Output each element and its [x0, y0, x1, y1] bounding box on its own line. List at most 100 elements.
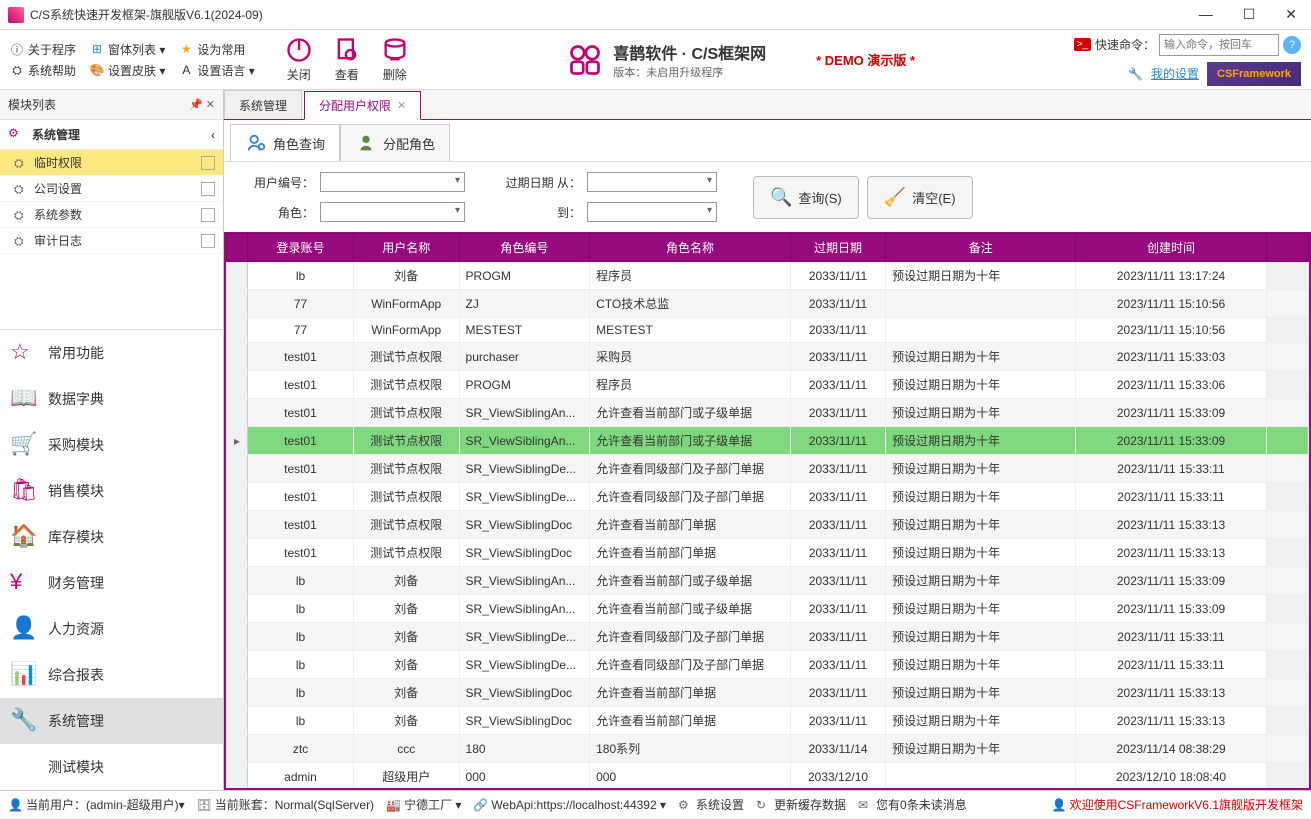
user-no-combo[interactable]: [320, 172, 465, 192]
table-row[interactable]: lb刘备PROGM程序员2033/11/11预设过期日期为十年2023/11/1…: [227, 262, 1309, 290]
sidebar-item-0[interactable]: ⛭临时权限: [0, 150, 223, 176]
power-icon: [285, 36, 313, 64]
app-logo-icon: [8, 7, 24, 23]
nav-财务管理[interactable]: ¥财务管理: [0, 560, 223, 606]
checkbox[interactable]: [201, 156, 215, 170]
info-icon: ⓘ: [10, 42, 24, 56]
language-link[interactable]: A设置语言 ▾: [179, 62, 254, 79]
table-row[interactable]: 77WinFormAppZJCTO技术总监2033/11/112023/11/1…: [227, 290, 1309, 318]
link-icon: 🔗: [473, 798, 487, 812]
gear-icon: ⚙: [8, 126, 26, 144]
view-action-button[interactable]: 查看: [333, 36, 361, 83]
unread-messages[interactable]: ✉您有0条未读消息: [858, 796, 967, 813]
statusbar: 👤当前用户：(admin-超级用户)▾ 🗄当前账套：Normal(SqlServ…: [0, 790, 1311, 818]
refresh-icon: ↻: [756, 798, 770, 812]
skin-icon: 🎨: [90, 63, 104, 77]
sidebar-item-3[interactable]: ⛭审计日志: [0, 228, 223, 254]
table-row[interactable]: lb刘备SR_ViewSiblingDe...允许查看同级部门及子部门单据203…: [227, 623, 1309, 651]
subtab-assign-role[interactable]: 分配角色: [340, 124, 450, 161]
terminal-icon: >_: [1074, 38, 1091, 51]
close-button[interactable]: ✕: [1279, 4, 1303, 25]
delete-db-icon: [381, 36, 409, 64]
table-row[interactable]: test01测试节点权限SR_ViewSiblingDe...允许查看同级部门及…: [227, 483, 1309, 511]
my-settings-link[interactable]: 我的设置: [1151, 65, 1199, 82]
nav-测试模块[interactable]: 测试模块: [0, 744, 223, 790]
nav-库存模块[interactable]: 🏠库存模块: [0, 514, 223, 560]
nav-综合报表[interactable]: 📊综合报表: [0, 652, 223, 698]
windows-icon: ⊞: [90, 42, 104, 56]
date-from-input[interactable]: [587, 172, 717, 192]
skin-link[interactable]: 🎨设置皮肤 ▾: [90, 62, 165, 79]
checkbox[interactable]: [201, 234, 215, 248]
nav-icon: 🏠: [10, 523, 38, 551]
checkbox[interactable]: [201, 208, 215, 222]
sidebar-section-sysadmin[interactable]: ⚙ 系统管理 ‹: [0, 120, 223, 150]
data-grid[interactable]: 登录账号用户名称角色编号角色名称过期日期备注创建时间lb刘备PROGM程序员20…: [224, 233, 1311, 790]
about-link[interactable]: ⓘ关于程序: [10, 41, 76, 58]
help-link[interactable]: ⛭系统帮助: [10, 62, 76, 79]
sidebar-item-2[interactable]: ⛭系统参数: [0, 202, 223, 228]
table-row[interactable]: lb刘备SR_ViewSiblingDe...允许查看同级部门及子部门单据203…: [227, 651, 1309, 679]
pin-icon[interactable]: 📌 ✕: [189, 98, 215, 111]
table-row[interactable]: test01测试节点权限SR_ViewSiblingDoc允许查看当前部门单据2…: [227, 539, 1309, 567]
csframework-badge[interactable]: CSFramework: [1207, 62, 1301, 86]
webapi-status[interactable]: 🔗WebApi:https://localhost:44392 ▾: [473, 798, 666, 812]
quick-command-input[interactable]: [1159, 34, 1279, 56]
user-search-icon: [245, 132, 267, 154]
help-icon: ⛭: [10, 63, 24, 77]
table-row[interactable]: admin超级用户0000002033/12/102023/12/10 18:0…: [227, 763, 1309, 791]
close-action-button[interactable]: 关闭: [285, 36, 313, 83]
current-user[interactable]: 👤当前用户：(admin-超级用户)▾: [8, 796, 185, 813]
checkbox[interactable]: [201, 182, 215, 196]
table-row[interactable]: ztcccc180180系列2033/11/14预设过期日期为十年2023/11…: [227, 735, 1309, 763]
nav-常用功能[interactable]: ☆常用功能: [0, 330, 223, 376]
date-to-input[interactable]: [587, 202, 717, 222]
nav-数据字典[interactable]: 📖数据字典: [0, 376, 223, 422]
table-row[interactable]: lb刘备SR_ViewSiblingDoc允许查看当前部门单据2033/11/1…: [227, 707, 1309, 735]
table-row[interactable]: lb刘备SR_ViewSiblingDoc允许查看当前部门单据2033/11/1…: [227, 679, 1309, 707]
clear-button[interactable]: 🧹 清空(E): [867, 176, 973, 219]
refresh-cache-link[interactable]: ↻更新缓存数据: [756, 796, 846, 813]
windows-list-link[interactable]: ⊞窗体列表 ▾: [90, 41, 165, 58]
nav-系统管理[interactable]: 🔧系统管理: [0, 698, 223, 744]
brand-icon: [567, 42, 603, 78]
subtab-role-query[interactable]: 角色查询: [230, 124, 340, 161]
tab-assign-permission[interactable]: 分配用户权限✕: [304, 91, 421, 120]
query-button[interactable]: 🔍 查询(S): [753, 176, 859, 219]
table-row[interactable]: test01测试节点权限purchaser采购员2033/11/11预设过期日期…: [227, 343, 1309, 371]
table-row[interactable]: 77WinFormAppMESTESTMESTEST2033/11/112023…: [227, 318, 1309, 343]
table-row[interactable]: lb刘备SR_ViewSiblingAn...允许查看当前部门或子级单据2033…: [227, 567, 1309, 595]
search-doc-icon: [333, 36, 361, 64]
quick-label: 快速命令：: [1095, 36, 1155, 53]
table-row[interactable]: test01测试节点权限SR_ViewSiblingAn...允许查看当前部门或…: [227, 399, 1309, 427]
table-row[interactable]: lb刘备SR_ViewSiblingAn...允许查看当前部门或子级单据2033…: [227, 595, 1309, 623]
role-combo[interactable]: [320, 202, 465, 222]
table-row[interactable]: test01测试节点权限SR_ViewSiblingDe...允许查看同级部门及…: [227, 455, 1309, 483]
db-icon: 🗄: [197, 798, 211, 812]
close-tab-icon[interactable]: ✕: [397, 99, 406, 112]
table-row[interactable]: test01测试节点权限SR_ViewSiblingDoc允许查看当前部门单据2…: [227, 511, 1309, 539]
set-common-link[interactable]: ★设为常用: [179, 41, 245, 58]
nav-icon: ¥: [10, 569, 38, 597]
tab-system-admin[interactable]: 系统管理: [224, 90, 302, 119]
table-row[interactable]: test01测试节点权限SR_ViewSiblingAn...允许查看当前部门或…: [227, 427, 1309, 455]
gear-icon: ⚙: [678, 798, 692, 812]
nav-采购模块[interactable]: 🛒采购模块: [0, 422, 223, 468]
maximize-button[interactable]: ☐: [1237, 4, 1262, 25]
nav-icon: 📖: [10, 385, 38, 413]
nav-icon: ☆: [10, 339, 38, 367]
sys-settings-link[interactable]: ⚙系统设置: [678, 796, 744, 813]
user-icon: 👤: [8, 798, 22, 812]
sidebar-item-1[interactable]: ⛭公司设置: [0, 176, 223, 202]
table-row[interactable]: test01测试节点权限PROGM程序员2033/11/11预设过期日期为十年2…: [227, 371, 1309, 399]
minimize-button[interactable]: —: [1193, 4, 1219, 25]
delete-action-button[interactable]: 删除: [381, 36, 409, 83]
window-title: C/S系统快速开发框架-旗舰版V6.1(2024-09): [30, 6, 1193, 23]
help-bubble-icon[interactable]: ?: [1283, 36, 1301, 54]
factory-selector[interactable]: 🏭宁德工厂 ▾: [386, 796, 461, 813]
star-icon: ★: [179, 42, 193, 56]
nav-人力资源[interactable]: 👤人力资源: [0, 606, 223, 652]
demo-badge: * DEMO 演示版 *: [816, 50, 915, 69]
titlebar: C/S系统快速开发框架-旗舰版V6.1(2024-09) — ☐ ✕: [0, 0, 1311, 30]
nav-销售模块[interactable]: 🛍销售模块: [0, 468, 223, 514]
